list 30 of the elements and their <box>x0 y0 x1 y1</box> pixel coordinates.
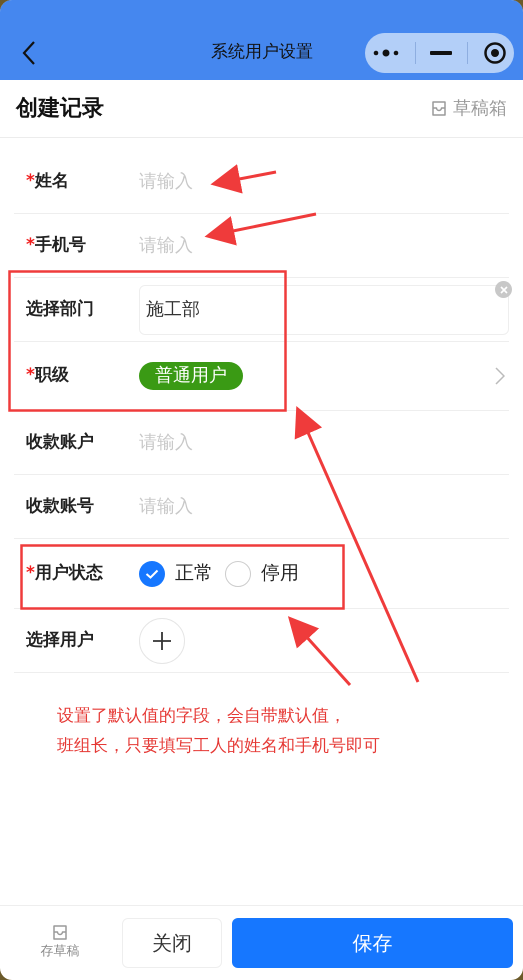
capsule-menu[interactable] <box>365 33 514 73</box>
add-button[interactable] <box>139 618 185 664</box>
save-button[interactable]: 保存 <box>232 918 513 968</box>
field-label: *姓名 <box>25 170 70 193</box>
annotation-text: 设置了默认值的字段，会自带默认值， <box>57 705 347 728</box>
close-icon[interactable] <box>482 41 507 65</box>
more-icon[interactable] <box>372 48 400 58</box>
field-label: 收款账户 <box>25 430 95 454</box>
department-field[interactable]: 施工部 <box>139 284 509 334</box>
page-title: 系统用户设置 <box>210 41 314 64</box>
annotation-arrow <box>210 164 276 194</box>
minimize-icon[interactable] <box>430 50 452 56</box>
check-icon <box>145 568 159 578</box>
save-draft-button[interactable]: 存草稿 <box>8 924 112 962</box>
rank-tag[interactable]: 普通用户 <box>139 362 243 390</box>
field-label: 选择部门 <box>25 298 95 321</box>
field-label: 选择用户 <box>25 628 95 652</box>
field-label: 收款账号 <box>25 494 95 518</box>
status-option[interactable]: 正常 <box>139 559 213 588</box>
inbox-icon <box>52 924 68 940</box>
plus-icon <box>152 630 172 650</box>
form-title: 创建记录 <box>16 95 104 123</box>
field-label: *手机号 <box>25 234 87 257</box>
field-label: *用户状态 <box>25 562 104 585</box>
status-option[interactable]: 停用 <box>225 559 299 588</box>
inbox-icon <box>431 101 447 116</box>
field-label: *职级 <box>25 364 70 388</box>
annotation-text: 班组长，只要填写工人的姓名和手机号即可 <box>57 735 381 758</box>
close-button[interactable]: 关闭 <box>122 918 222 968</box>
back-icon[interactable] <box>20 40 38 66</box>
